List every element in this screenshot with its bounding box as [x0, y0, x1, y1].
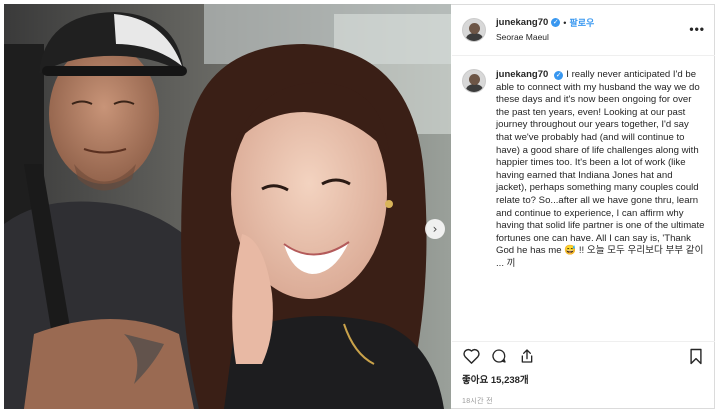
chevron-right-icon[interactable]: › — [425, 219, 445, 239]
post-timestamp[interactable]: 18시간 전 — [462, 396, 705, 406]
caption: junekang70 ✓ I really never anticipated I'… — [496, 69, 705, 271]
follow-button[interactable]: 팔로우 — [569, 16, 594, 30]
separator-dot: • — [563, 17, 567, 28]
location-link[interactable]: Seorae Maeul — [496, 30, 594, 44]
share-icon[interactable] — [518, 347, 536, 365]
avatar[interactable] — [462, 17, 486, 42]
comment-icon[interactable] — [490, 347, 508, 365]
caption-avatar[interactable] — [462, 69, 486, 93]
action-bar: 좋아요 15,238개 18시간 전 — [452, 341, 715, 409]
selfie-image — [4, 4, 451, 409]
username-link[interactable]: junekang70 — [496, 16, 548, 30]
like-count[interactable]: 좋아요 15,238개 — [462, 372, 705, 386]
post-photo[interactable]: › — [4, 4, 451, 409]
caption-username[interactable]: junekang70 — [496, 69, 548, 80]
verified-badge-icon: ✓ — [551, 18, 561, 27]
caption-text: I really never anticipated I'd be able t… — [496, 69, 705, 269]
header-text: junekang70 ✓ • 팔로우 Seorae Maeul — [496, 16, 594, 44]
heart-icon[interactable] — [462, 347, 480, 365]
post-sidebar: junekang70 ✓ • 팔로우 Seorae Maeul ••• june… — [452, 4, 715, 409]
comments-section: junekang70 ✓ I really never anticipated I'… — [452, 57, 715, 339]
bookmark-icon[interactable] — [687, 347, 705, 365]
more-options-icon[interactable]: ••• — [689, 22, 705, 36]
verified-badge-icon: ✓ — [554, 71, 564, 80]
post-header: junekang70 ✓ • 팔로우 Seorae Maeul ••• — [452, 4, 715, 56]
